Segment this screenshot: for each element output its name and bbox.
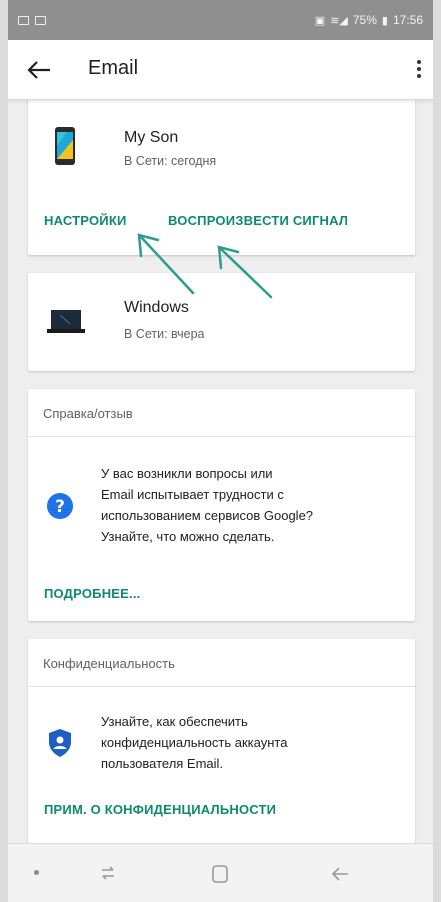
recent-apps-button[interactable]	[96, 861, 120, 885]
text-line: использованием сервисов Google?	[101, 508, 314, 523]
help-feedback-card: Справка/отзыв ? У вас возникли вопросы и…	[28, 389, 415, 621]
battery-percent: 75%	[352, 13, 377, 27]
learn-more-link[interactable]: ПОДРОБНЕЕ...	[44, 586, 140, 601]
help-circle-icon: ?	[47, 493, 73, 519]
content-scroll[interactable]: My Son В Сети: сегодня НАСТРОЙКИ ВОСПРОИ…	[8, 100, 433, 843]
device-status: В Сети: сегодня	[124, 154, 217, 168]
text-line: У вас возникли вопросы или	[101, 466, 273, 481]
home-icon	[212, 865, 228, 883]
settings-button[interactable]: НАСТРОЙКИ	[44, 213, 127, 228]
text-line: Узнайте, как обеспечить	[101, 714, 248, 729]
alarm-icon: ▣	[314, 14, 326, 27]
laptop-icon	[47, 310, 85, 333]
wifi-signal-icon: ≋◢	[330, 14, 348, 27]
back-icon	[331, 867, 348, 881]
nav-back-button[interactable]	[328, 862, 352, 886]
more-vert-icon-dot	[417, 67, 421, 71]
text-line: конфиденциальность аккаунта	[101, 735, 288, 750]
device-name: Windows	[124, 299, 189, 316]
text-line: Узнайте, что можно сделать.	[101, 529, 275, 544]
text-line: пользователя Email.	[101, 756, 224, 771]
more-vert-icon-dot	[417, 74, 421, 78]
smartphone-icon	[55, 127, 75, 165]
home-button[interactable]	[208, 862, 232, 886]
card-header: Справка/отзыв	[28, 389, 415, 437]
svg-text:?: ?	[55, 497, 65, 517]
notification-icons	[18, 15, 46, 25]
gallery-notification-icon	[35, 15, 46, 25]
device-name: My Son	[124, 129, 179, 146]
page-title: Email	[88, 57, 139, 79]
card-header: Конфиденциальность	[28, 639, 415, 687]
status-time: 17:56	[392, 13, 423, 27]
play-sound-button[interactable]: ВОСПРОИЗВЕСТИ СИГНАЛ	[168, 213, 348, 228]
privacy-policy-link[interactable]: ПРИМ. О КОНФИДЕНЦИАЛЬНОСТИ	[44, 802, 276, 817]
battery-icon: ▮	[381, 14, 388, 27]
arrow-back-icon	[27, 61, 50, 79]
shield-user-icon	[49, 729, 71, 757]
device-card-my-son: My Son В Сети: сегодня НАСТРОЙКИ ВОСПРОИ…	[28, 100, 415, 255]
device-card-windows: Windows В Сети: вчера	[28, 273, 415, 371]
recent-apps-icon	[102, 866, 114, 880]
status-bar: ▣ ≋◢ 75% ▮ 17:56	[0, 0, 441, 40]
image-notification-icon	[18, 15, 29, 25]
back-button[interactable]	[26, 58, 52, 82]
text-line: Email испытывает трудности с	[101, 487, 284, 502]
more-options-button[interactable]	[411, 57, 427, 83]
device-status: В Сети: вчера	[124, 327, 205, 341]
nav-dot-icon	[34, 870, 39, 875]
help-text: У вас возникли вопросы или Email испытыв…	[101, 463, 401, 547]
app-bar: Email	[0, 40, 441, 100]
more-vert-icon	[417, 60, 421, 64]
privacy-card: Конфиденциальность Узнайте, как обеспечи…	[28, 639, 415, 843]
privacy-text: Узнайте, как обеспечить конфиденциальнос…	[101, 711, 401, 774]
navigation-bar	[0, 843, 441, 902]
status-right: ▣ ≋◢ 75% ▮ 17:56	[315, 13, 423, 27]
